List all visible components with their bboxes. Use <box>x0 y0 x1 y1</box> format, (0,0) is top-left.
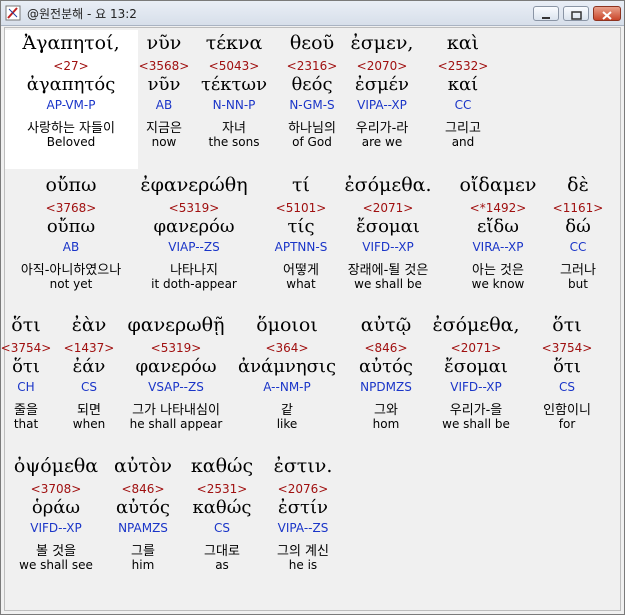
parse-code: VIAP--ZS <box>168 240 220 254</box>
korean-gloss: 그리고 <box>445 121 481 136</box>
lemma: φανερόω <box>153 216 235 237</box>
strong-number: <1161> <box>552 201 604 215</box>
strong-number: <2071> <box>362 201 414 215</box>
close-icon <box>602 11 612 20</box>
parse-code: AB <box>62 240 80 254</box>
strong-number: <2076> <box>277 482 329 496</box>
lemma: καί <box>447 74 479 95</box>
english-gloss: it doth-appear <box>151 277 237 291</box>
english-gloss: but <box>568 277 588 291</box>
window-title: @원전분해 - 요 13:2 <box>27 7 137 21</box>
korean-gloss: 그의 계신 <box>277 544 329 559</box>
english-gloss: for <box>558 417 576 431</box>
korean-gloss: 그러나 <box>560 263 596 278</box>
korean-gloss: 아직-아니하였으나 <box>20 263 122 278</box>
parse-code: VIFD--XP <box>362 240 414 254</box>
parse-code: CC <box>454 98 472 112</box>
english-gloss: not yet <box>49 277 93 291</box>
greek-word: δὲ <box>567 174 589 196</box>
greek-word: ἐσόμεθα. <box>344 174 432 196</box>
parse-code: CS <box>559 380 575 394</box>
korean-gloss: 인함이니 <box>543 403 591 418</box>
strong-number: <5319> <box>168 201 220 215</box>
strong-number: <2532> <box>437 59 489 73</box>
parse-code: VSAP--ZS <box>148 380 204 394</box>
english-gloss: and <box>451 135 475 149</box>
parse-code: CC <box>569 240 587 254</box>
minimize-icon <box>542 17 550 19</box>
greek-word: φανερωθῇ <box>127 314 225 336</box>
lemma: ἔσομαι <box>356 216 420 237</box>
app-window: @원전분해 - 요 13:2 Ἀγαπητοί, <27> ἀγαπητός AP-V… <box>0 0 625 615</box>
english-gloss: we shall be <box>354 277 422 291</box>
greek-word: ὅτι <box>552 314 582 336</box>
greek-word: ἐφανερώθη <box>140 174 248 196</box>
korean-gloss: 나타나지 <box>170 263 218 278</box>
app-icon <box>5 5 21 21</box>
korean-gloss: 그가 나타내심이 <box>132 403 220 418</box>
close-button[interactable] <box>593 6 621 21</box>
title-bar[interactable]: @원전분해 - 요 13:2 <box>1 1 624 26</box>
strong-number: <3754> <box>541 341 593 355</box>
lemma: φανερόω <box>135 356 217 377</box>
minimize-button[interactable] <box>533 6 559 21</box>
greek-word: ἐστιν. <box>273 455 333 477</box>
lemma: ὅτι <box>553 356 581 377</box>
lemma: ἐστίν <box>278 497 328 518</box>
english-gloss: he shall appear <box>129 417 223 431</box>
strong-number: <3768> <box>45 201 97 215</box>
english-gloss: he is <box>288 558 318 572</box>
lemma: δώ <box>565 216 591 237</box>
maximize-icon <box>571 11 582 20</box>
parse-code: VIPA--ZS <box>277 521 329 535</box>
korean-gloss: 장래에-될 것은 <box>347 263 429 278</box>
lemma: οὔπω <box>46 216 96 237</box>
strong-number: <5319> <box>150 341 202 355</box>
greek-word: καὶ <box>446 32 480 54</box>
greek-word: οὔπω <box>45 174 97 196</box>
maximize-button[interactable] <box>563 6 589 21</box>
